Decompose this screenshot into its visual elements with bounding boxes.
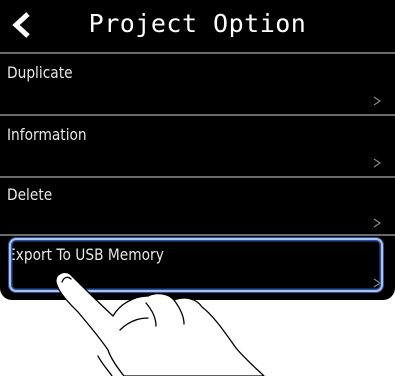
chevron-right-icon <box>373 278 381 288</box>
menu-item-export-to-usb-memory[interactable]: Export To USB Memory <box>0 238 395 294</box>
menu-item-information[interactable]: Information <box>0 118 395 174</box>
device-screen: Project Option Duplicate Information Del… <box>0 0 395 300</box>
page-title: Project Option <box>88 9 307 38</box>
chevron-right-icon <box>373 218 381 228</box>
menu-item-label: Export To USB Memory <box>7 245 164 264</box>
divider <box>0 52 395 54</box>
menu-item-duplicate[interactable]: Duplicate <box>0 56 395 112</box>
menu-item-label: Delete <box>7 185 53 204</box>
menu-item-delete[interactable]: Delete <box>0 178 395 234</box>
chevron-right-icon <box>373 96 381 106</box>
header-bar: Project Option <box>0 0 395 48</box>
menu-item-label: Duplicate <box>7 63 73 82</box>
chevron-right-icon <box>373 158 381 168</box>
divider <box>0 234 395 236</box>
menu-item-label: Information <box>7 125 87 144</box>
divider <box>0 114 395 116</box>
